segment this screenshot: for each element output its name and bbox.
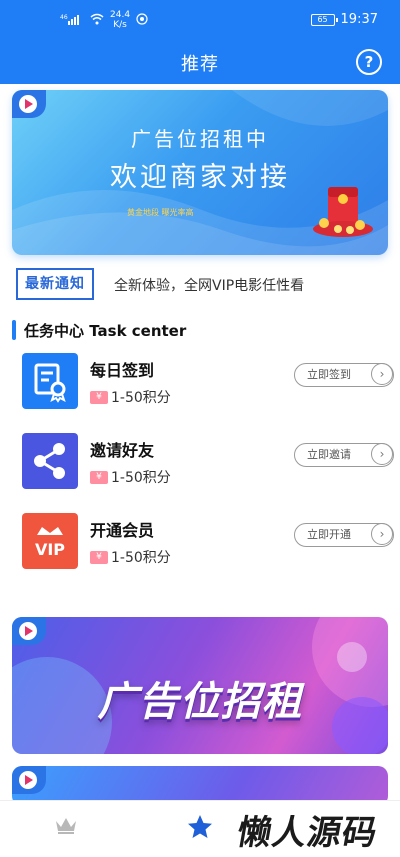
task-row-invite-friends: 邀请好友 ¥ 1-50积分 立即邀请 › xyxy=(0,433,400,497)
task-name: 每日签到 xyxy=(90,361,155,380)
speed-value: 24.4 xyxy=(110,10,131,20)
star-icon[interactable] xyxy=(186,813,214,845)
section-accent-bar xyxy=(12,320,16,340)
svg-text:46: 46 xyxy=(60,14,68,21)
task-name: 邀请好友 xyxy=(90,441,155,460)
notice-text: 全新体验，全网VIP电影任性看 xyxy=(114,278,305,294)
chevron-right-icon: › xyxy=(371,523,393,545)
crown-icon[interactable] xyxy=(54,815,78,839)
play-icon xyxy=(12,766,46,794)
watermark-logo: 懒人源码 xyxy=(233,813,381,853)
ad-banner-top[interactable]: 广告位招租中 欢迎商家对接 黄金地段 曝光率高 xyxy=(12,90,388,255)
section-title: 任务中心 Task center xyxy=(24,322,187,340)
checkin-button-label: 立即签到 xyxy=(307,368,351,381)
speed-unit: K/s xyxy=(113,20,127,30)
chevron-right-icon: › xyxy=(371,363,393,385)
invite-button[interactable]: 立即邀请 › xyxy=(294,443,394,467)
banner-tagline: 黄金地段 曝光率高 xyxy=(127,208,194,217)
open-vip-button-label: 立即开通 xyxy=(307,528,351,541)
chevron-right-icon: › xyxy=(371,443,393,465)
status-bar: 46 24.4 K/s 65 19:37 xyxy=(0,0,400,40)
open-vip-button[interactable]: 立即开通 › xyxy=(294,523,394,547)
page-title: 推荐 xyxy=(181,54,219,75)
notice-bar[interactable]: 最新通知 全新体验，全网VIP电影任性看 xyxy=(12,266,388,300)
ticket-icon: ¥ xyxy=(90,470,108,484)
play-icon xyxy=(12,617,46,645)
play-icon xyxy=(12,90,46,118)
task-row-vip: VIP 开通会员 ¥ 1-50积分 立即开通 › xyxy=(0,513,400,577)
points-value: 1-50积分 xyxy=(111,390,171,406)
task-row-daily-checkin: 每日签到 ¥ 1-50积分 立即签到 › xyxy=(0,353,400,417)
ticket-icon: ¥ xyxy=(90,390,108,404)
nfc-icon xyxy=(136,12,148,28)
task-points: ¥ 1-50积分 xyxy=(90,467,171,487)
share-icon xyxy=(22,433,78,489)
status-left: 46 24.4 K/s xyxy=(60,10,148,30)
task-points: ¥ 1-50积分 xyxy=(90,547,171,567)
network-speed: 24.4 K/s xyxy=(110,10,130,30)
help-button[interactable]: ? xyxy=(356,49,382,75)
wifi-icon xyxy=(90,13,104,28)
ad-banner-middle[interactable]: 广告位招租 xyxy=(12,617,388,754)
invite-button-label: 立即邀请 xyxy=(307,448,351,461)
status-right: 65 19:37 xyxy=(310,12,378,27)
battery-icon: 65 xyxy=(310,13,338,26)
signal-icon: 46 xyxy=(60,13,84,28)
ticket-icon: ¥ xyxy=(90,550,108,564)
certificate-icon xyxy=(22,353,78,409)
clock: 19:37 xyxy=(340,12,378,27)
vip-crown-icon: VIP xyxy=(22,513,78,569)
bottom-nav: 懒人源码 xyxy=(0,800,400,857)
app-header: 推荐 ? xyxy=(0,40,400,84)
points-value: 1-50积分 xyxy=(111,470,171,486)
svg-text:VIP: VIP xyxy=(35,540,65,559)
task-points: ¥ 1-50积分 xyxy=(90,387,171,407)
decor-blob xyxy=(337,642,367,672)
banner-title: 广告位招租中 xyxy=(131,127,269,151)
red-envelope-icon xyxy=(310,185,376,240)
notice-badge: 最新通知 xyxy=(16,268,94,300)
banner-title: 广告位招租 xyxy=(97,679,303,725)
points-value: 1-50积分 xyxy=(111,550,171,566)
task-name: 开通会员 xyxy=(90,521,155,540)
checkin-button[interactable]: 立即签到 › xyxy=(294,363,394,387)
